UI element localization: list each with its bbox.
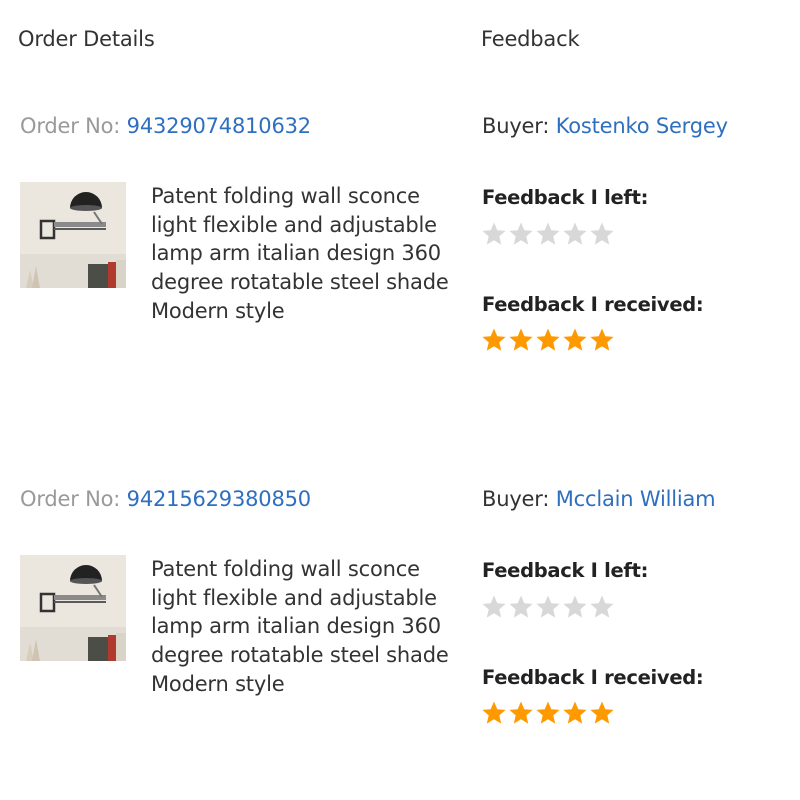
order-number-link[interactable]: 94329074810632 [127,114,311,138]
order-number: Order No: 94215629380850 [20,487,311,511]
table-header: Order Details Feedback [0,0,800,80]
product-title-link[interactable]: Patent folding wall sconce light flexibl… [151,555,461,699]
star-empty-icon[interactable] [535,221,561,247]
product-thumbnail[interactable] [20,555,126,661]
feedback-received-rating [481,700,615,726]
order-row: Order No: 94329074810632 Buyer: Kostenko… [0,114,800,414]
feedback-left-rating[interactable] [481,594,615,620]
star-empty-icon[interactable] [562,221,588,247]
star-empty-icon[interactable] [589,221,615,247]
star-filled-icon [509,328,533,351]
star-filled-icon [590,328,614,351]
star-filled-icon [563,701,587,724]
star-filled-icon [482,701,506,724]
star-empty-icon[interactable] [481,594,507,620]
star-filled-icon [509,701,533,724]
buyer-name-link[interactable]: Mcclain William [556,487,716,511]
buyer-label: Buyer: [482,114,550,138]
order-number-link[interactable]: 94215629380850 [127,487,311,511]
order-details-heading: Order Details [18,27,155,51]
star-empty-icon[interactable] [481,221,507,247]
star-empty-icon[interactable] [508,594,534,620]
feedback-left-label: Feedback I left: [482,559,649,582]
wall-sconce-lamp-image [20,182,126,288]
star-filled-icon [482,328,506,351]
feedback-received-rating [481,327,615,353]
product-title-link[interactable]: Patent folding wall sconce light flexibl… [151,182,461,326]
star-empty-icon[interactable] [589,594,615,620]
order-number-label: Order No: [20,114,121,138]
feedback-left-label: Feedback I left: [482,186,649,209]
feedback-heading: Feedback [481,27,580,51]
buyer-label: Buyer: [482,487,550,511]
order-number: Order No: 94329074810632 [20,114,311,138]
buyer: Buyer: Mcclain William [482,487,716,511]
star-filled-icon [590,701,614,724]
star-empty-icon[interactable] [535,594,561,620]
feedback-received-label: Feedback I received: [482,666,704,689]
buyer: Buyer: Kostenko Sergey [482,114,728,138]
product-thumbnail[interactable] [20,182,126,288]
order-row: Order No: 94215629380850 Buyer: Mcclain … [0,487,800,787]
feedback-left-rating[interactable] [481,221,615,247]
buyer-name-link[interactable]: Kostenko Sergey [556,114,728,138]
order-number-label: Order No: [20,487,121,511]
star-empty-icon[interactable] [508,221,534,247]
star-filled-icon [563,328,587,351]
wall-sconce-lamp-image [20,555,126,661]
star-empty-icon[interactable] [562,594,588,620]
star-filled-icon [536,701,560,724]
feedback-received-label: Feedback I received: [482,293,704,316]
star-filled-icon [536,328,560,351]
